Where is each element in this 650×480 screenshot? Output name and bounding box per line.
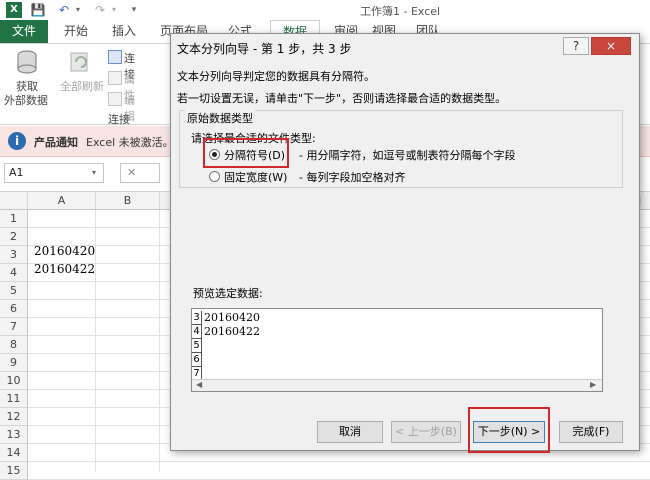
customize-qat-icon[interactable]: ▾ bbox=[126, 2, 142, 18]
group-label: 原始数据类型 bbox=[185, 110, 255, 126]
gridline bbox=[28, 461, 650, 462]
preview-row-number: 5 bbox=[192, 339, 202, 353]
row-header[interactable]: 14 bbox=[0, 444, 28, 462]
excel-title-bar: X 💾 ↶ ▾ ↷ ▾ ▾ 工作簿1 - Excel bbox=[0, 0, 650, 20]
row-header[interactable]: 11 bbox=[0, 390, 28, 408]
delimited-description: - 用分隔字符，如逗号或制表符分隔每个字段 bbox=[299, 149, 516, 162]
get-external-label-2: 外部数据 bbox=[4, 94, 48, 107]
preview-row-gutter: 3 4 5 6 7 bbox=[192, 309, 202, 381]
cancel-formula-icon[interactable]: ✕ bbox=[120, 163, 160, 183]
notification-message: Excel 未被激活。 bbox=[86, 136, 174, 149]
next-button[interactable]: 下一步(N) > bbox=[473, 421, 545, 443]
name-box-dropdown-icon[interactable]: ▾ bbox=[92, 168, 96, 177]
tab-file[interactable]: 文件 bbox=[0, 20, 48, 43]
row-header[interactable]: 8 bbox=[0, 336, 28, 354]
column-header-a[interactable]: A bbox=[28, 192, 96, 210]
row-header[interactable]: 10 bbox=[0, 372, 28, 390]
preview-row-number: 4 bbox=[192, 325, 202, 339]
preview-row-text: 20160420 bbox=[204, 311, 260, 324]
back-button[interactable]: < 上一步(B) bbox=[391, 421, 461, 443]
cancel-button[interactable]: 取消 bbox=[317, 421, 383, 443]
preview-row-number: 6 bbox=[192, 353, 202, 367]
excel-logo-icon: X bbox=[6, 2, 22, 18]
finish-button[interactable]: 完成(F) bbox=[559, 421, 623, 443]
row-header[interactable]: 5 bbox=[0, 282, 28, 300]
preview-row-text: 20160422 bbox=[204, 325, 260, 338]
save-icon[interactable]: 💾 bbox=[30, 2, 46, 18]
redo-dropdown-icon[interactable]: ▾ bbox=[106, 2, 122, 18]
edit-links-icon bbox=[108, 92, 122, 106]
info-icon: i bbox=[8, 132, 26, 150]
row-header[interactable]: 13 bbox=[0, 426, 28, 444]
dialog-help-button[interactable]: ? bbox=[563, 37, 589, 55]
notification-title: 产品通知 bbox=[34, 136, 78, 149]
window-title: 工作簿1 - Excel bbox=[360, 5, 441, 18]
properties-icon bbox=[108, 71, 122, 85]
preview-horizontal-scrollbar[interactable]: ◀ ▶ bbox=[192, 379, 602, 391]
row-header[interactable]: 2 bbox=[0, 228, 28, 246]
refresh-icon bbox=[68, 50, 92, 74]
database-icon bbox=[16, 50, 38, 74]
row-header[interactable]: 12 bbox=[0, 408, 28, 426]
text-to-columns-dialog: 文本分列向导 - 第 1 步，共 3 步 ? × 文本分列向导判定您的数据具有分… bbox=[170, 33, 640, 453]
row-header[interactable]: 1 bbox=[0, 210, 28, 228]
undo-dropdown-icon[interactable]: ▾ bbox=[70, 2, 86, 18]
group-connections-label: 连接 bbox=[108, 113, 130, 126]
preview-pane[interactable]: 3 4 5 6 7 20160420 20160422 ◀ ▶ bbox=[191, 308, 603, 392]
refresh-all-button[interactable]: 全部刷新 bbox=[54, 50, 106, 120]
row-header[interactable]: 7 bbox=[0, 318, 28, 336]
gridline bbox=[95, 210, 96, 472]
select-all-corner[interactable] bbox=[0, 192, 28, 210]
dialog-intro-text: 文本分列向导判定您的数据具有分隔符。 bbox=[177, 70, 375, 83]
dialog-instruction-text: 若一切设置无误，请单击"下一步"，否则请选择最合适的数据类型。 bbox=[177, 92, 507, 105]
row-header[interactable]: 6 bbox=[0, 300, 28, 318]
row-header[interactable]: 4 bbox=[0, 264, 28, 282]
scroll-right-icon[interactable]: ▶ bbox=[590, 380, 596, 389]
connections-icon bbox=[108, 50, 122, 64]
row-header[interactable]: 9 bbox=[0, 354, 28, 372]
tab-insert[interactable]: 插入 bbox=[112, 20, 136, 43]
dialog-title: 文本分列向导 - 第 1 步，共 3 步 bbox=[177, 42, 352, 56]
get-external-data-button[interactable]: 获取 外部数据 bbox=[4, 50, 50, 120]
scroll-left-icon[interactable]: ◀ bbox=[196, 380, 202, 389]
cell-a4[interactable]: 20160422 bbox=[34, 262, 95, 276]
refresh-all-label: 全部刷新 bbox=[60, 80, 104, 93]
column-header-b[interactable]: B bbox=[96, 192, 160, 210]
preview-label: 预览选定数据: bbox=[193, 287, 263, 300]
fixed-width-radio[interactable] bbox=[209, 171, 220, 182]
delimited-radio[interactable] bbox=[209, 149, 220, 160]
cell-a3[interactable]: 20160420 bbox=[34, 244, 95, 258]
row-header[interactable]: 15 bbox=[0, 462, 28, 480]
fixed-width-label[interactable]: 固定宽度(W) bbox=[224, 169, 287, 185]
row-header[interactable]: 3 bbox=[0, 246, 28, 264]
preview-row-number: 3 bbox=[192, 311, 202, 325]
tab-home[interactable]: 开始 bbox=[64, 20, 88, 43]
dialog-close-button[interactable]: × bbox=[591, 37, 631, 55]
fixed-width-description: - 每列字段加空格对齐 bbox=[299, 171, 406, 184]
delimited-label[interactable]: 分隔符号(D) bbox=[224, 147, 285, 163]
name-box[interactable]: A1 bbox=[4, 163, 104, 183]
gridline bbox=[159, 210, 160, 472]
